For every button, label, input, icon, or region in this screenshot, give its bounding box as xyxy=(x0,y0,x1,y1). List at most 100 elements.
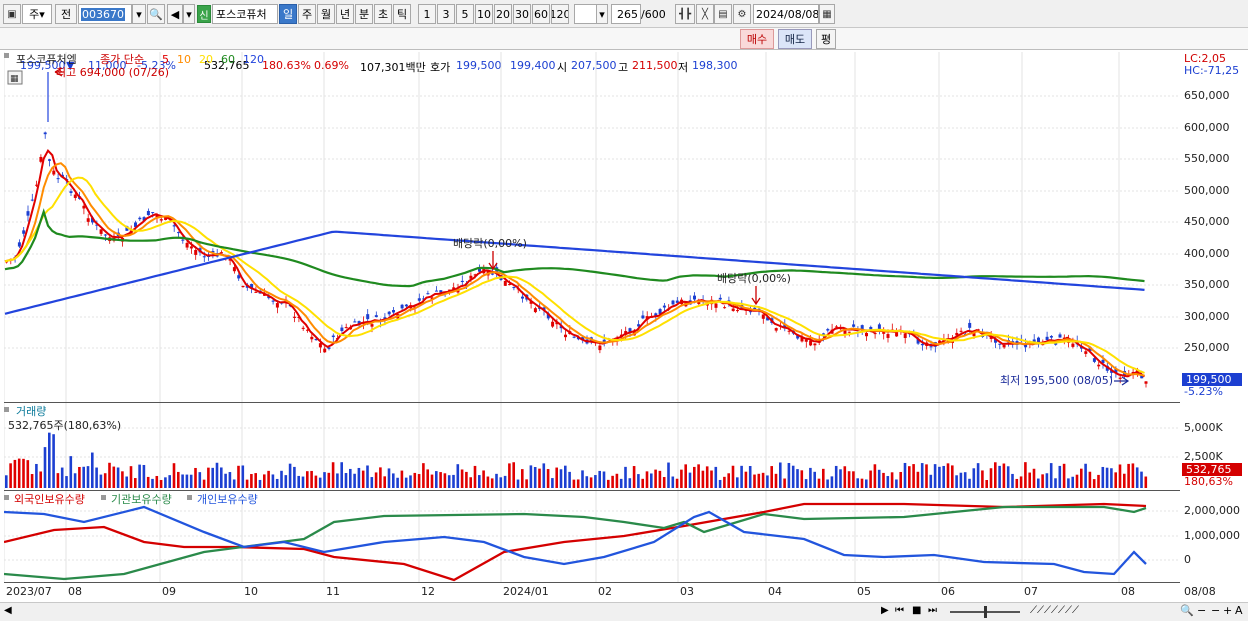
period-tab-틱[interactable]: 틱 xyxy=(393,4,411,24)
volume-bar xyxy=(619,478,623,488)
volume-bar xyxy=(465,471,468,488)
volume-bar xyxy=(559,469,563,488)
volume-bar xyxy=(817,478,821,488)
volume-bar xyxy=(1118,464,1122,488)
volume-bar xyxy=(994,462,997,488)
stock-code-input[interactable]: 003670 xyxy=(78,4,132,24)
zoom-slider-handle[interactable] xyxy=(984,606,987,618)
volume-bar xyxy=(985,479,988,488)
date-input[interactable]: 2024/08/08 xyxy=(753,4,819,24)
volume-bar xyxy=(860,478,864,488)
bottom-scrollbar[interactable]: ◀ ▶ ⏮ ■ ⏭ ⟋⟋⟋⟋⟋⟋⟋ 🔍 − − + A xyxy=(0,602,1248,621)
calendar-icon[interactable]: ▦ xyxy=(819,4,835,24)
chevron-down-icon[interactable]: ▾ xyxy=(132,4,146,24)
volume-bar xyxy=(353,473,356,488)
volume-bar xyxy=(435,471,438,488)
volume-bar xyxy=(637,474,640,488)
scroll-left-icon[interactable]: ◀ xyxy=(4,605,12,616)
chevron-down-icon[interactable]: ▾ xyxy=(596,4,608,24)
zoom-icon[interactable]: 🔍 xyxy=(1180,604,1194,617)
candle xyxy=(177,232,180,234)
y-tick-label: 1,000,000 xyxy=(1184,529,1240,542)
volume-bar xyxy=(942,465,945,488)
interval-tab-5[interactable]: 5 xyxy=(456,4,474,24)
candle xyxy=(1084,351,1088,354)
volume-bar xyxy=(693,466,696,488)
y-tick-label: 0 xyxy=(1184,553,1191,566)
period-tab-주[interactable]: 주 xyxy=(298,4,316,24)
candle xyxy=(138,217,142,220)
volume-bar xyxy=(624,466,627,488)
candle xyxy=(873,333,877,335)
period-tab-일[interactable]: 일 xyxy=(279,4,297,24)
market-select[interactable]: 주 ▾ xyxy=(22,4,52,24)
gear-icon[interactable]: ⚙ xyxy=(733,4,751,24)
candle xyxy=(17,242,21,247)
minus-icon[interactable]: − xyxy=(1197,604,1206,617)
chevron-down-icon[interactable]: ▾ xyxy=(183,4,195,24)
volume-bar xyxy=(667,462,670,488)
volume-bar xyxy=(349,468,352,488)
volume-bar xyxy=(546,469,550,488)
volume-bar xyxy=(116,467,120,488)
eval-button[interactable]: 평 xyxy=(816,29,836,49)
candle xyxy=(1097,364,1101,367)
stock-chart[interactable]: 2023/07 08 09 10 11 12 2024/01 02 03 04 05 06 07 08 최… xyxy=(4,52,1180,603)
volume-bar xyxy=(275,478,279,488)
speaker-icon[interactable]: ◀ xyxy=(167,4,183,24)
period-tab-초[interactable]: 초 xyxy=(374,4,392,24)
text-tool-icon[interactable]: A xyxy=(1235,604,1243,617)
candle-icon[interactable]: ┫┣ xyxy=(675,4,695,24)
dividend-annotation-2: 배당락(0,00%) xyxy=(717,272,791,285)
candle xyxy=(30,199,34,201)
volume-bar xyxy=(254,473,257,488)
volume-bar xyxy=(757,473,761,488)
save-icon[interactable]: ▤ xyxy=(714,4,732,24)
y-tick-label: 5,000K xyxy=(1184,421,1223,434)
candle xyxy=(344,327,348,329)
zoom-in-icon[interactable]: + xyxy=(1223,604,1232,617)
compare-icon[interactable]: ╳ xyxy=(696,4,714,24)
volume-bar xyxy=(1144,476,1148,488)
interval-tab-120[interactable]: 120 xyxy=(551,4,569,24)
period-tab-년[interactable]: 년 xyxy=(336,4,354,24)
volume-bar xyxy=(228,472,232,488)
candle xyxy=(69,191,73,193)
interval-tab-1[interactable]: 1 xyxy=(418,4,436,24)
volume-bar xyxy=(748,466,752,488)
stop-icon[interactable]: ■ xyxy=(912,605,921,616)
zoom-out-icon[interactable]: − xyxy=(1211,604,1220,617)
volume-bar xyxy=(852,471,855,488)
interval-tab-3[interactable]: 3 xyxy=(437,4,455,24)
volume-bar xyxy=(82,466,85,488)
search-icon[interactable]: 🔍 xyxy=(147,4,165,24)
volume-bar xyxy=(237,465,240,488)
volume-bar xyxy=(39,471,42,488)
interval-tab-30[interactable]: 30 xyxy=(513,4,531,24)
rewind-icon[interactable]: ⏮ xyxy=(895,605,904,616)
volume-bar xyxy=(714,466,718,488)
volume-bar xyxy=(1123,473,1126,488)
volume-bar xyxy=(185,474,189,488)
volume-bar xyxy=(271,474,275,488)
count-input[interactable]: 265 xyxy=(611,4,641,24)
window-icon[interactable]: ▣ xyxy=(3,4,21,24)
volume-bar xyxy=(791,465,795,488)
volume-bar xyxy=(529,465,533,488)
interval-tab-10[interactable]: 10 xyxy=(475,4,493,24)
interval-tab-60[interactable]: 60 xyxy=(532,4,550,24)
prev-button[interactable]: 전 xyxy=(55,4,77,24)
volume-bar xyxy=(959,472,963,488)
play-icon[interactable]: ⏭ xyxy=(928,605,937,616)
buy-button[interactable]: 매수 xyxy=(740,29,774,49)
scroll-right-icon[interactable]: ▶ xyxy=(881,605,889,616)
interval-tab-20[interactable]: 20 xyxy=(494,4,512,24)
period-tab-월[interactable]: 월 xyxy=(317,4,335,24)
chart-tools-icon[interactable]: ⟋⟋⟋⟋⟋⟋⟋ xyxy=(1030,605,1079,616)
period-tab-분[interactable]: 분 xyxy=(355,4,373,24)
volume-bar xyxy=(1015,478,1019,488)
volume-bar xyxy=(512,462,515,488)
sell-button[interactable]: 매도 xyxy=(778,29,812,49)
volume-bar xyxy=(73,473,77,488)
volume-bar xyxy=(564,465,567,488)
